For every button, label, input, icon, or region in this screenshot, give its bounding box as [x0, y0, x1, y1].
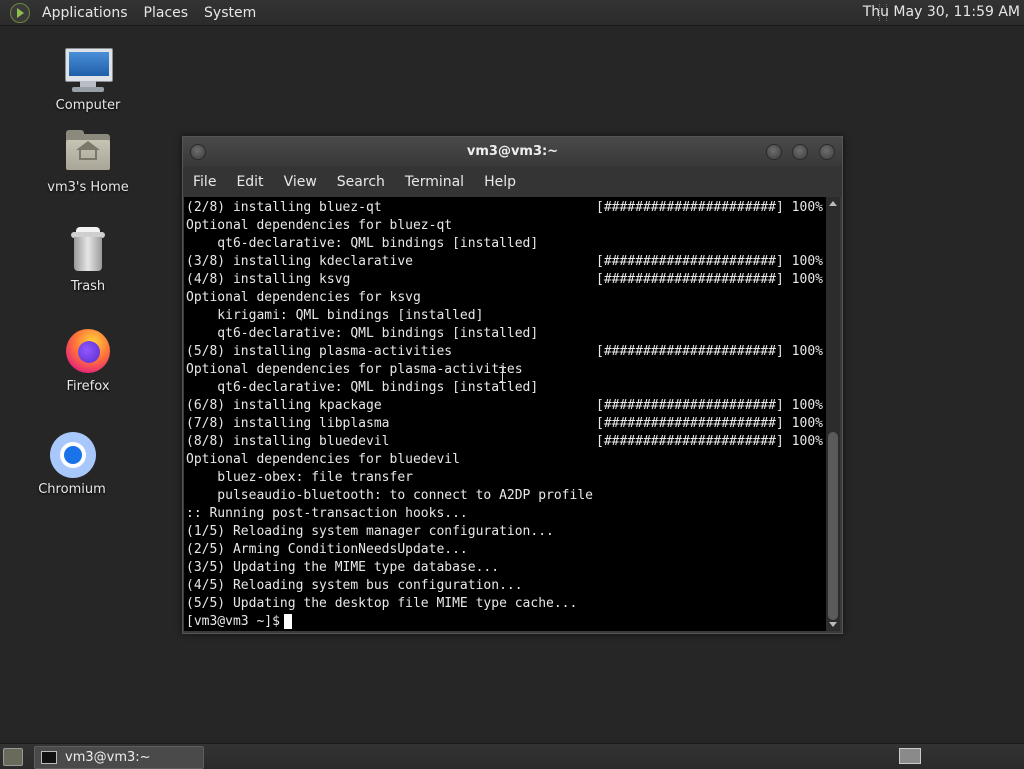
- desktop-icon-firefox[interactable]: Firefox: [38, 327, 138, 394]
- terminal-line: qt6-declarative: QML bindings [installed…: [186, 236, 539, 251]
- window-title: vm3@vm3:~: [466, 144, 559, 159]
- desktop-icon-computer[interactable]: Computer: [38, 46, 138, 113]
- desktop-icon-label: Firefox: [66, 379, 110, 394]
- firefox-icon: [64, 327, 112, 375]
- terminal-scrollbar[interactable]: [826, 197, 840, 631]
- terminal-line: (8/8) installing bluedevil [#############…: [186, 434, 823, 449]
- menu-terminal[interactable]: Terminal: [395, 174, 474, 190]
- terminal-line: (3/8) installing kdeclarative [##########…: [186, 254, 823, 269]
- menu-help[interactable]: Help: [474, 174, 526, 190]
- menu-search[interactable]: Search: [327, 174, 395, 190]
- minimize-button[interactable]: [766, 144, 782, 160]
- maximize-button[interactable]: [792, 144, 808, 160]
- terminal-line: (7/8) installing libplasma [#############…: [186, 416, 823, 431]
- progress-bar-text: [######################] 100%: [596, 344, 823, 359]
- terminal-line: Optional dependencies for bluedevil: [186, 452, 460, 467]
- desktop-icon-home[interactable]: vm3's Home: [38, 128, 138, 195]
- desktop-icon-trash[interactable]: Trash: [38, 227, 138, 294]
- scroll-down-arrow-icon[interactable]: [829, 622, 837, 627]
- home-folder-icon: [64, 128, 112, 176]
- close-button[interactable]: [819, 144, 835, 160]
- clock[interactable]: Thu May 30, 11:59 AM: [863, 0, 1020, 25]
- progress-bar-text: [######################] 100%: [596, 398, 823, 413]
- show-desktop-icon[interactable]: [3, 748, 23, 766]
- terminal-line: (4/8) installing ksvg [##################…: [186, 272, 823, 287]
- top-panel: Applications Places System Thu May 30, 1…: [0, 0, 1024, 26]
- progress-bar-text: [######################] 100%: [596, 254, 823, 269]
- terminal-line: qt6-declarative: QML bindings [installed…: [186, 326, 539, 341]
- terminal-line: kirigami: QML bindings [installed]: [186, 308, 484, 323]
- progress-bar-text: [######################] 100%: [596, 272, 823, 287]
- terminal-line: (3/5) Updating the MIME type database...: [186, 560, 500, 575]
- trash-icon: [64, 227, 112, 275]
- bottom-panel: vm3@vm3:~: [0, 743, 1024, 769]
- terminal-prompt-line[interactable]: [vm3@vm3 ~]$: [186, 613, 292, 631]
- mouse-ibeam-cursor-icon: [499, 367, 506, 383]
- desktop-icon-label: Trash: [70, 279, 106, 294]
- menu-places[interactable]: Places: [136, 5, 197, 21]
- menu-system[interactable]: System: [196, 5, 264, 21]
- progress-bar-text: [######################] 100%: [596, 200, 823, 215]
- terminal-line: (4/5) Reloading system bus configuration…: [186, 578, 523, 593]
- taskbar-window-label: vm3@vm3:~: [65, 750, 151, 765]
- terminal-line: Optional dependencies for bluez-qt: [186, 218, 453, 233]
- desktop-icon-label: Chromium: [38, 482, 106, 497]
- taskbar-window-button[interactable]: vm3@vm3:~: [34, 746, 204, 769]
- workspace-switcher[interactable]: [899, 748, 921, 764]
- terminal-line: Optional dependencies for ksvg: [186, 290, 421, 305]
- chromium-icon: [48, 430, 96, 478]
- terminal-line: (2/8) installing bluez-qt [##############…: [186, 200, 823, 215]
- text-cursor: [283, 614, 292, 629]
- menu-file[interactable]: File: [183, 174, 226, 190]
- main-menu-logo-icon[interactable]: [10, 2, 30, 23]
- progress-bar-text: [######################] 100%: [596, 434, 823, 449]
- terminal-icon: [41, 751, 57, 764]
- terminal-line: (2/5) Arming ConditionNeedsUpdate...: [186, 542, 468, 557]
- desktop-icon-chromium[interactable]: Chromium: [22, 430, 122, 497]
- terminal-line: pulseaudio-bluetooth: to connect to A2DP…: [186, 488, 593, 503]
- computer-icon: [64, 46, 113, 94]
- menu-edit[interactable]: Edit: [226, 174, 273, 190]
- terminal-menubar: File Edit View Search Terminal Help: [183, 167, 842, 197]
- terminal-line: (5/5) Updating the desktop file MIME typ…: [186, 596, 578, 611]
- terminal-output[interactable]: (2/8) installing bluez-qt [##############…: [184, 197, 826, 631]
- terminal-window[interactable]: vm3@vm3:~ File Edit View Search Terminal…: [182, 136, 843, 634]
- terminal-line: Optional dependencies for plasma-activit…: [186, 362, 523, 377]
- desktop-icon-label: vm3's Home: [47, 180, 129, 195]
- menu-view[interactable]: View: [274, 174, 327, 190]
- terminal-line: qt6-declarative: QML bindings [installed…: [186, 380, 539, 395]
- scrollbar-thumb[interactable]: [828, 432, 838, 620]
- terminal-line: :: Running post-transaction hooks...: [186, 506, 468, 521]
- terminal-line: (5/8) installing plasma-activities [#####…: [186, 344, 823, 359]
- progress-bar-text: [######################] 100%: [596, 416, 823, 431]
- window-titlebar[interactable]: vm3@vm3:~: [183, 137, 842, 167]
- terminal-line: (6/8) installing kpackage [##############…: [186, 398, 823, 413]
- terminal-line: (1/5) Reloading system manager configura…: [186, 524, 554, 539]
- menu-applications[interactable]: Applications: [34, 5, 136, 21]
- scroll-up-arrow-icon[interactable]: [829, 201, 837, 206]
- desktop-icon-label: Computer: [55, 98, 121, 113]
- shell-prompt: [vm3@vm3 ~]$: [186, 614, 280, 629]
- terminal-line: bluez-obex: file transfer: [186, 470, 413, 485]
